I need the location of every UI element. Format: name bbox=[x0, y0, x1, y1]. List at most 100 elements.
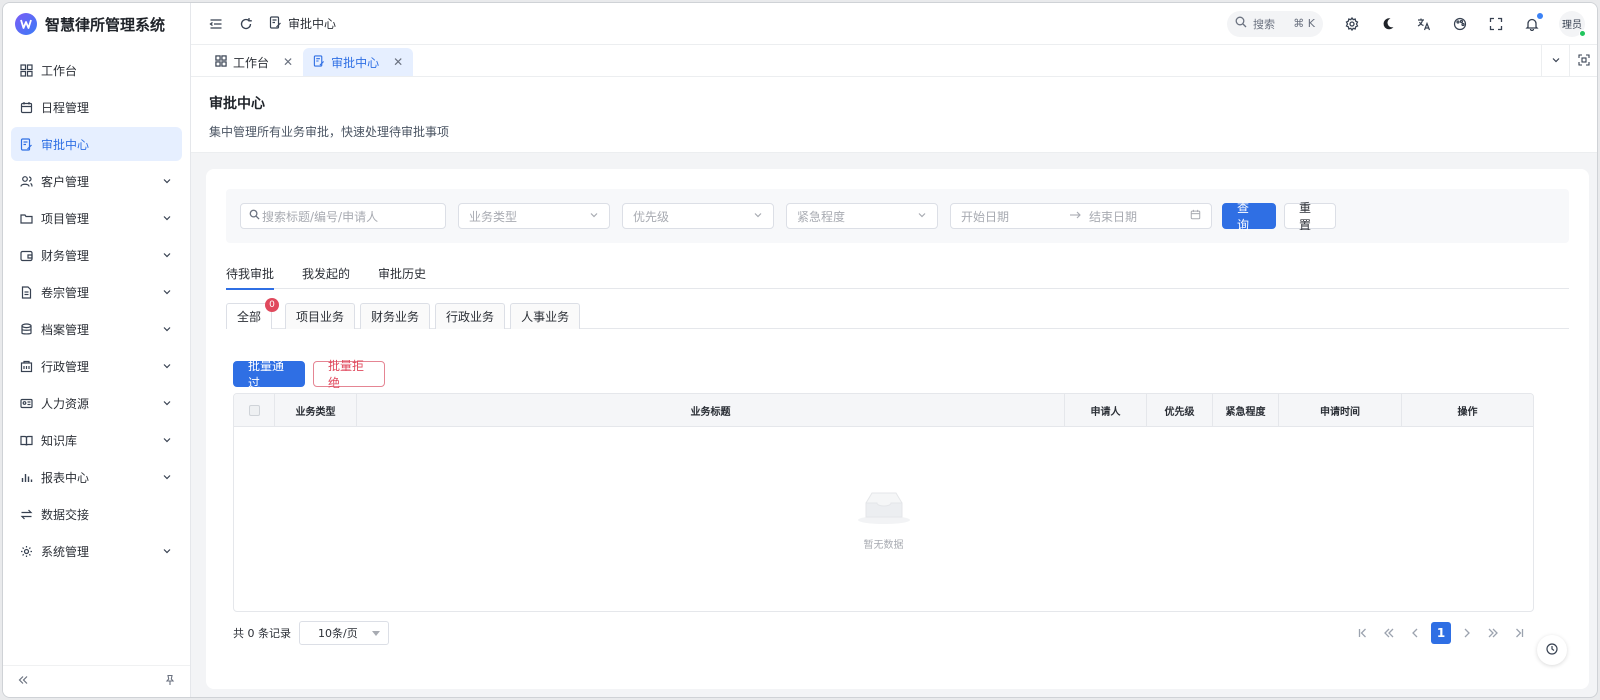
column-header[interactable]: 紧急程度 bbox=[1213, 394, 1279, 426]
database-icon bbox=[19, 322, 33, 336]
moon-icon[interactable] bbox=[1375, 11, 1401, 37]
avatar[interactable]: 理员 bbox=[1559, 10, 1586, 37]
sidebar-item-schedule[interactable]: 日程管理 bbox=[11, 90, 182, 124]
history-float-button[interactable] bbox=[1537, 635, 1567, 665]
global-search[interactable]: 搜索 ⌘ K bbox=[1227, 10, 1323, 37]
sidebar-item-projects[interactable]: 项目管理 bbox=[11, 201, 182, 235]
notification-dot bbox=[1537, 12, 1543, 19]
search-label: 搜索 bbox=[1253, 17, 1275, 31]
query-button[interactable]: 查 询 bbox=[1222, 201, 1276, 232]
empty-inbox-icon bbox=[856, 489, 912, 528]
next-group-icon[interactable] bbox=[1483, 622, 1503, 644]
folder-icon bbox=[19, 211, 33, 225]
approval-icon bbox=[313, 54, 325, 70]
sidebar-item-approval[interactable]: 审批中心 bbox=[11, 127, 182, 161]
sidebar-item-dossier[interactable]: 卷宗管理 bbox=[11, 275, 182, 309]
notification-bell-icon[interactable] bbox=[1519, 11, 1545, 37]
tabstrip-actions bbox=[1541, 44, 1597, 76]
tab-pending-my-approval[interactable]: 待我审批 bbox=[226, 257, 275, 290]
close-icon[interactable]: ✕ bbox=[393, 55, 403, 69]
sidebar-item-admin[interactable]: 行政管理 bbox=[11, 349, 182, 383]
arrow-right-icon bbox=[1069, 209, 1081, 223]
priority-select[interactable]: 优先级 bbox=[622, 203, 774, 229]
last-page-icon[interactable] bbox=[1509, 622, 1529, 644]
page-title: 审批中心 bbox=[209, 96, 265, 112]
sidebar-item-label: 审批中心 bbox=[41, 137, 90, 152]
theme-palette-icon[interactable] bbox=[1447, 11, 1473, 37]
start-date-placeholder: 开始日期 bbox=[961, 209, 1010, 224]
approval-table: 业务类型 业务标题 申请人 优先级 紧急程度 申请时间 操作 暂无数据 bbox=[233, 393, 1534, 612]
menu-toggle-icon[interactable] bbox=[203, 11, 229, 37]
column-header[interactable]: 业务标题 bbox=[357, 394, 1065, 426]
app-window: 智慧律所管理系统 工作台 日程管理 审批中心 客户管理 项目管理 财务管理 卷宗… bbox=[2, 2, 1598, 698]
page-subtitle: 集中管理所有业务审批，快速处理待审批事项 bbox=[209, 125, 450, 139]
first-page-icon[interactable] bbox=[1353, 622, 1373, 644]
sidebar-item-label: 客户管理 bbox=[41, 174, 90, 189]
select-placeholder: 业务类型 bbox=[469, 209, 518, 224]
column-header[interactable]: 优先级 bbox=[1147, 394, 1213, 426]
column-header[interactable]: 申请人 bbox=[1065, 394, 1147, 426]
sidebar-item-hr[interactable]: 人力资源 bbox=[11, 386, 182, 420]
tab-initiated-by-me[interactable]: 我发起的 bbox=[302, 257, 350, 289]
tab-workbench[interactable]: 工作台 ✕ bbox=[205, 48, 303, 76]
sidebar-item-workbench[interactable]: 工作台 bbox=[11, 53, 182, 87]
maximize-content-icon[interactable] bbox=[1569, 44, 1597, 76]
urgency-select[interactable]: 紧急程度 bbox=[786, 203, 938, 229]
date-range-picker[interactable]: 开始日期 结束日期 bbox=[950, 203, 1212, 229]
tab-hr-business[interactable]: 人事业务 bbox=[510, 303, 581, 329]
tab-approval-history[interactable]: 审批历史 bbox=[378, 257, 426, 289]
tab-approval[interactable]: 审批中心 ✕ bbox=[303, 48, 414, 76]
page-number-current[interactable]: 1 bbox=[1431, 622, 1451, 644]
prev-page-icon[interactable] bbox=[1405, 622, 1425, 644]
tabs-dropdown-icon[interactable] bbox=[1541, 44, 1569, 76]
translate-icon[interactable] bbox=[1411, 11, 1437, 37]
batch-approve-button[interactable]: 批量通过 bbox=[233, 359, 305, 390]
sidebar-item-data-handover[interactable]: 数据交接 bbox=[11, 497, 182, 531]
pagination: 1 bbox=[1353, 622, 1529, 644]
avatar-text: 理员 bbox=[1562, 20, 1582, 31]
chevron-down-icon bbox=[162, 398, 172, 408]
chevron-down-icon bbox=[162, 250, 172, 260]
close-icon[interactable]: ✕ bbox=[283, 55, 293, 69]
settings-icon[interactable] bbox=[1339, 11, 1365, 37]
sidebar-item-reports[interactable]: 报表中心 bbox=[11, 460, 182, 494]
bulk-actions: 批量通过 批量拒绝 bbox=[233, 359, 385, 390]
sidebar-item-clients[interactable]: 客户管理 bbox=[11, 164, 182, 198]
fullscreen-icon[interactable] bbox=[1483, 11, 1509, 37]
tab-all[interactable]: 全部 0 bbox=[226, 298, 280, 329]
approval-card: 搜索标题/编号/申请人 业务类型 优先级 紧急程度 开始日期 结束日期 查 询 bbox=[206, 169, 1589, 689]
column-header[interactable]: 申请时间 bbox=[1279, 394, 1402, 426]
chevron-down-icon bbox=[162, 546, 172, 556]
clock-icon bbox=[1546, 642, 1558, 658]
tab-finance-business[interactable]: 财务业务 bbox=[360, 303, 431, 329]
pin-icon[interactable] bbox=[164, 674, 176, 689]
sidebar-item-knowledge[interactable]: 知识库 bbox=[11, 423, 182, 457]
tab-admin-business[interactable]: 行政业务 bbox=[435, 303, 506, 329]
refresh-icon[interactable] bbox=[233, 11, 259, 37]
sidebar-item-label: 项目管理 bbox=[41, 211, 90, 226]
sidebar-item-archive[interactable]: 档案管理 bbox=[11, 312, 182, 346]
brand[interactable]: 智慧律所管理系统 bbox=[3, 3, 190, 45]
sidebar-item-label: 数据交接 bbox=[41, 507, 90, 522]
search-input[interactable]: 搜索标题/编号/申请人 bbox=[240, 203, 446, 229]
select-all-checkbox[interactable] bbox=[248, 404, 260, 416]
batch-reject-button[interactable]: 批量拒绝 bbox=[313, 359, 385, 390]
collapse-sidebar-icon[interactable] bbox=[17, 674, 29, 689]
reset-button[interactable]: 重 置 bbox=[1284, 201, 1336, 232]
tab-project-business[interactable]: 项目业务 bbox=[285, 303, 356, 329]
sidebar-item-system[interactable]: 系统管理 bbox=[11, 534, 182, 568]
sidebar-item-label: 卷宗管理 bbox=[41, 285, 90, 300]
total-records: 共 0 条记录 bbox=[233, 627, 291, 640]
prev-group-icon[interactable] bbox=[1379, 622, 1399, 644]
calendar-icon bbox=[19, 100, 33, 114]
search-icon bbox=[1235, 16, 1247, 31]
column-header[interactable]: 业务类型 bbox=[275, 394, 357, 426]
next-page-icon[interactable] bbox=[1457, 622, 1477, 644]
page-size-select[interactable]: 10条/页 bbox=[299, 621, 389, 645]
sidebar-item-finance[interactable]: 财务管理 bbox=[11, 238, 182, 272]
breadcrumb-current[interactable]: 审批中心 bbox=[288, 15, 336, 32]
chevron-down-icon bbox=[162, 324, 172, 334]
business-type-select[interactable]: 业务类型 bbox=[458, 203, 610, 229]
chevron-down-icon bbox=[753, 209, 763, 223]
chevron-down-icon bbox=[162, 435, 172, 445]
